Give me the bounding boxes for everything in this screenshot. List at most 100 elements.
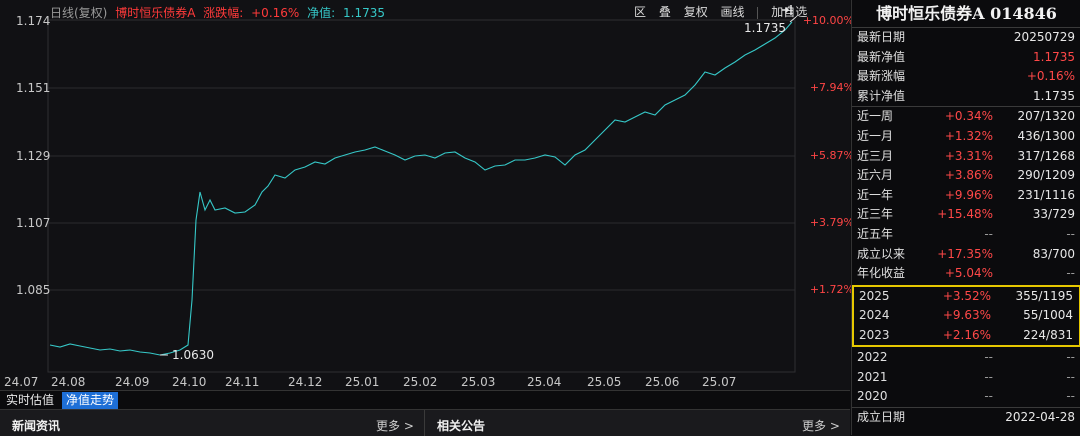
row-value: --: [1066, 369, 1075, 384]
panel-row: 成立以来 +17.35% 83/700: [852, 245, 1080, 265]
panel-row: 近一周 +0.34% 207/1320: [852, 107, 1080, 127]
pct-tick-label: +10.00%: [802, 14, 854, 27]
pct-tick-label: +1.72%: [809, 283, 854, 296]
row-label: 近三年: [857, 207, 894, 222]
panel-row: 近六月 +3.86% 290/1209: [852, 166, 1080, 186]
row-value: 436/1300: [1017, 128, 1076, 143]
row-change: +9.63%: [942, 308, 991, 323]
fund-name-label: 博时恒乐债券A: [115, 6, 196, 20]
nav-value: 1.1735: [343, 6, 386, 20]
exit-icon[interactable]: [781, 4, 793, 16]
panel-row: 2025 +3.52% 355/1195: [854, 287, 1079, 307]
inception-value: 2022-04-28: [1005, 410, 1075, 424]
panel-row: 近三月 +3.31% 317/1268: [852, 147, 1080, 167]
row-value: --: [1066, 266, 1075, 281]
row-change: +3.86%: [944, 168, 993, 183]
fund-info-panel: 博时恒乐债券A 014846 最新日期 20250729 最新净值 1.1735 最新涨…: [851, 0, 1080, 435]
row-label: 2021: [857, 369, 888, 384]
row-change: --: [984, 389, 993, 404]
y-tick-label: 1.085: [16, 283, 51, 297]
change-label: 涨跌幅:: [203, 6, 244, 20]
bottom-divider: [424, 410, 425, 436]
x-tick-label: 24.11: [225, 375, 260, 389]
panel-row: 2024 +9.63% 55/1004: [854, 306, 1079, 326]
row-label: 近六月: [857, 168, 894, 183]
change-value: +0.16%: [251, 6, 300, 20]
chart-toolbar: 日线(复权) 博时恒乐债券A 涨跌幅: +0.16% 净值: 1.1735 区 …: [0, 0, 850, 22]
row-label: 2022: [857, 350, 888, 365]
panel-row: 2022 -- --: [852, 348, 1080, 368]
row-value: 317/1268: [1017, 148, 1076, 163]
row-value: --: [1066, 226, 1075, 241]
notice-more-link[interactable]: 更多 >: [802, 417, 840, 434]
nav-chart[interactable]: 日线(复权) 博时恒乐债券A 涨跌幅: +0.16% 净值: 1.1735 区 …: [0, 0, 854, 390]
x-tick-label: 25.05: [587, 375, 622, 389]
row-label: 2024: [859, 308, 890, 323]
x-tick-label: 25.07: [702, 375, 737, 389]
y-tick-label: 1.107: [16, 216, 51, 230]
period-returns-section: 近一周 +0.34% 207/1320 近一月 +1.32% 436/1300 近三月 +3.…: [852, 107, 1080, 283]
row-value: 1.1735: [1033, 88, 1075, 103]
pct-tick-label: +7.94%: [809, 81, 854, 94]
row-label: 近一月: [857, 128, 894, 143]
inception-row: 成立日期 2022-04-28: [852, 407, 1080, 428]
row-label: 近五年: [857, 226, 894, 241]
panel-row: 2023 +2.16% 224/831: [854, 326, 1079, 346]
row-value: --: [1066, 389, 1075, 404]
panel-title: 博时恒乐债券A 014846: [852, 0, 1080, 28]
row-change: +9.96%: [944, 187, 993, 202]
inception-label: 成立日期: [857, 410, 906, 424]
tab-nav-trend[interactable]: 净值走势: [62, 392, 119, 409]
row-label: 近三月: [857, 148, 894, 163]
adjust-button[interactable]: 复权: [684, 5, 708, 19]
notice-title: 相关公告: [437, 419, 486, 433]
panel-row: 最新涨幅 +0.16%: [852, 67, 1080, 87]
row-value: 83/700: [1032, 246, 1075, 261]
panel-row: 2020 -- --: [852, 387, 1080, 407]
nav-label: 净值:: [307, 6, 336, 20]
row-change: +5.04%: [944, 266, 993, 281]
row-change: +1.32%: [944, 128, 993, 143]
interval-button[interactable]: 区: [634, 5, 646, 19]
panel-row: 近一年 +9.96% 231/1116: [852, 186, 1080, 206]
panel-row: 最新净值 1.1735: [852, 48, 1080, 68]
x-tick-label: 24.09: [115, 375, 150, 389]
row-label: 2025: [859, 288, 890, 303]
draw-line-button[interactable]: 画线: [721, 5, 745, 19]
row-label: 最新涨幅: [857, 69, 906, 84]
row-label: 2020: [857, 389, 888, 404]
nav-line-chart[interactable]: [0, 0, 850, 390]
x-tick-label: 25.01: [345, 375, 380, 389]
row-change: +0.34%: [944, 109, 993, 124]
row-label: 累计净值: [857, 88, 906, 103]
summary-section: 最新日期 20250729 最新净值 1.1735 最新涨幅 +0.16% 累计净值 1.17…: [852, 28, 1080, 108]
x-tick-label: 25.04: [527, 375, 562, 389]
row-value: 33/729: [1032, 207, 1075, 222]
row-label: 成立以来: [857, 246, 906, 261]
row-value: 20250729: [1013, 30, 1075, 44]
x-tick-label: 24.08: [51, 375, 86, 389]
panel-row: 近五年 -- --: [852, 225, 1080, 245]
row-value: 224/831: [1023, 327, 1073, 342]
y-tick-label: 1.151: [16, 81, 51, 95]
news-more-link[interactable]: 更多 >: [376, 417, 414, 434]
x-tick-label: 25.03: [461, 375, 496, 389]
row-value: +0.16%: [1026, 69, 1075, 84]
toolbar-divider: [757, 6, 759, 19]
row-label: 近一周: [857, 109, 894, 124]
tab-realtime-estimate[interactable]: 实时估值: [2, 392, 58, 409]
y-tick-label: 1.174: [16, 14, 51, 28]
row-value: 355/1195: [1015, 288, 1074, 303]
row-label: 年化收益: [857, 266, 906, 281]
pct-tick-label: +3.79%: [809, 216, 854, 229]
panel-row: 累计净值 1.1735: [852, 87, 1080, 107]
row-value: --: [1066, 350, 1075, 365]
row-change: --: [984, 369, 993, 384]
row-change: +17.35%: [937, 246, 993, 261]
chart-tabs: 实时估值 净值走势: [0, 390, 850, 409]
max-annotation: 1.1735: [744, 21, 786, 35]
panel-row: 年化收益 +5.04% --: [852, 264, 1080, 284]
news-title: 新闻资讯: [12, 419, 61, 433]
row-change: +3.52%: [942, 288, 991, 303]
overlay-button[interactable]: 叠: [659, 5, 671, 19]
